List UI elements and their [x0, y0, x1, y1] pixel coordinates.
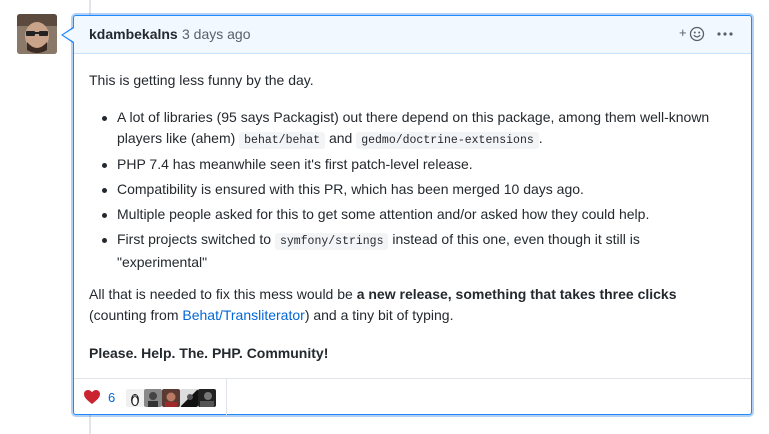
bullet-list: A lot of libraries (95 says Packagist) o… — [89, 107, 729, 273]
list-item: First projects switched to symfony/strin… — [89, 229, 729, 273]
kebab-horizontal-icon — [717, 32, 733, 36]
paragraph-text: (counting from — [89, 307, 179, 323]
bullet-text: players like (ahem) — [117, 130, 236, 146]
heart-reaction-button[interactable]: 6 — [74, 379, 227, 415]
bullet-text: instead of this one, even though it stil… — [392, 231, 640, 247]
reactor-avatar[interactable] — [180, 389, 198, 407]
add-reaction-button[interactable]: + — [679, 24, 709, 44]
reactions-bar: 6 — [74, 378, 751, 415]
heart-count: 6 — [108, 390, 116, 405]
bullet-text: PHP 7.4 has meanwhile seen it's first pa… — [117, 156, 473, 172]
reactor-avatars — [126, 389, 216, 407]
bullet-text: Multiple people asked for this to get so… — [117, 206, 650, 222]
list-item: A lot of libraries (95 says Packagist) o… — [89, 107, 729, 151]
bullet-text: A lot of libraries (95 says Packagist) o… — [117, 109, 710, 125]
inline-code: gedmo/doctrine-extensions — [356, 132, 539, 149]
smiley-icon — [689, 26, 705, 42]
list-item: Multiple people asked for this to get so… — [89, 204, 729, 225]
bullet-text: Compatibility is ensured with this PR, w… — [117, 181, 584, 197]
comment-arrow-inner — [63, 28, 74, 42]
plus-label: + — [679, 25, 687, 40]
please-paragraph: Please. Help. The. PHP. Community! — [89, 345, 329, 361]
fix-paragraph: All that is needed to fix this mess woul… — [89, 284, 729, 326]
more-options-button[interactable] — [714, 24, 736, 44]
intro-paragraph: This is getting less funny by the day. — [89, 72, 314, 88]
inline-code: behat/behat — [239, 132, 326, 149]
transliterator-link[interactable]: Behat/Transliterator — [182, 307, 304, 323]
bullet-text: First projects switched to — [117, 231, 272, 247]
reactor-avatar[interactable] — [126, 389, 144, 407]
bullet-text: "experimental" — [117, 254, 208, 270]
author-name[interactable]: kdambekalns — [89, 26, 178, 42]
paragraph-text: ) and a tiny bit of typing. — [304, 307, 454, 323]
reactor-avatar[interactable] — [162, 389, 180, 407]
inline-code: symfony/strings — [274, 233, 389, 250]
reactor-avatar[interactable] — [144, 389, 162, 407]
list-item: PHP 7.4 has meanwhile seen it's first pa… — [89, 154, 729, 175]
comment-timestamp[interactable]: 3 days ago — [182, 26, 251, 42]
heart-icon — [84, 390, 100, 404]
bullet-text: . — [538, 130, 543, 146]
comment-box: kdambekalns 3 days ago + This is getting… — [73, 15, 752, 415]
paragraph-text: All that is needed to fix this mess woul… — [89, 286, 353, 302]
comment-header: kdambekalns 3 days ago + — [74, 16, 751, 54]
author-avatar[interactable] — [17, 14, 57, 54]
bullet-text: and — [328, 130, 353, 146]
reactor-avatar[interactable] — [198, 389, 216, 407]
list-item: Compatibility is ensured with this PR, w… — [89, 179, 729, 200]
bold-text: a new release, something that takes thre… — [356, 286, 677, 302]
